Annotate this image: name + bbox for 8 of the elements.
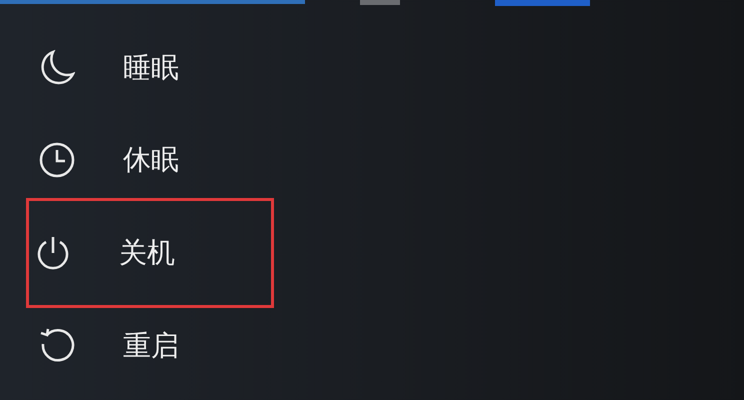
clock-icon xyxy=(39,142,75,178)
menu-item-label[interactable]: 重启 xyxy=(123,325,179,367)
restart-icon xyxy=(39,328,75,364)
moon-icon xyxy=(39,50,75,86)
power-icon xyxy=(35,235,71,271)
menu-item-label[interactable]: 休眠 xyxy=(123,139,179,181)
menu-item-label[interactable]: 关机 xyxy=(119,232,175,274)
menu-item-label[interactable]: 睡眠 xyxy=(123,47,179,89)
